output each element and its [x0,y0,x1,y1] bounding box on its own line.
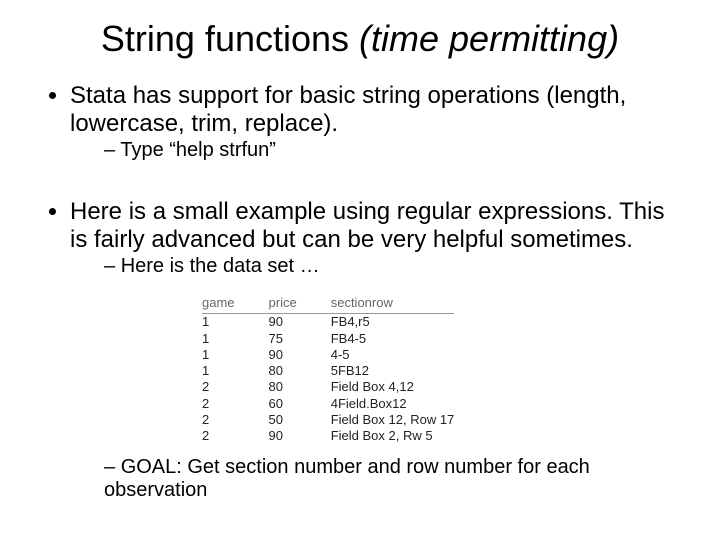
table-row: 1 75 FB4-5 [202,331,454,347]
spacer [40,180,680,198]
table-row: 2 50 Field Box 12, Row 17 [202,412,454,428]
bullet-1: Stata has support for basic string opera… [70,82,680,162]
col-header-game: game [202,296,269,313]
col-header-price: price [269,296,331,313]
bullet-1-sub-1: Type “help strfun” [104,139,680,162]
data-table-holder: game price sectionrow 1 90 FB4,r5 1 [202,296,680,444]
cell-sectionrow: FB4-5 [331,331,455,347]
table-row: 1 90 FB4,r5 [202,314,454,331]
cell-sectionrow: Field Box 12, Row 17 [331,412,455,428]
cell-game: 1 [202,314,269,331]
cell-sectionrow: Field Box 4,12 [331,379,455,395]
data-table: game price sectionrow 1 90 FB4,r5 1 [202,296,454,444]
slide-title: String functions (time permitting) [40,18,680,60]
bullet-2-sublist-after: GOAL: Get section number and row number … [70,456,680,502]
bullet-2-sublist: Here is the data set … [70,255,680,278]
cell-sectionrow: 5FB12 [331,363,455,379]
table-row: 1 90 4-5 [202,347,454,363]
cell-game: 2 [202,396,269,412]
cell-price: 90 [269,347,331,363]
cell-game: 2 [202,428,269,444]
cell-price: 50 [269,412,331,428]
cell-sectionrow: FB4,r5 [331,314,455,331]
cell-game: 2 [202,379,269,395]
cell-sectionrow: Field Box 2, Rw 5 [331,428,455,444]
cell-price: 90 [269,314,331,331]
bullet-list: Stata has support for basic string opera… [40,82,680,162]
cell-sectionrow: 4-5 [331,347,455,363]
bullet-2: Here is a small example using regular ex… [70,198,680,502]
table-row: 2 90 Field Box 2, Rw 5 [202,428,454,444]
cell-game: 1 [202,363,269,379]
title-plain: String functions [101,18,359,59]
cell-game: 2 [202,412,269,428]
cell-price: 90 [269,428,331,444]
table-row: 2 60 4Field.Box12 [202,396,454,412]
cell-price: 75 [269,331,331,347]
bullet-2-sub-2: GOAL: Get section number and row number … [104,456,680,502]
table-row: 1 80 5FB12 [202,363,454,379]
cell-price: 80 [269,379,331,395]
bullet-1-text: Stata has support for basic string opera… [70,82,626,137]
slide: String functions (time permitting) Stata… [0,0,720,540]
cell-sectionrow: 4Field.Box12 [331,396,455,412]
cell-game: 1 [202,347,269,363]
table-row: 2 80 Field Box 4,12 [202,379,454,395]
bullet-2-sub-1: Here is the data set … [104,255,680,278]
cell-price: 80 [269,363,331,379]
title-italic: (time permitting) [359,18,619,59]
bullet-list-2: Here is a small example using regular ex… [40,198,680,502]
col-header-sectionrow: sectionrow [331,296,455,313]
cell-game: 1 [202,331,269,347]
table-header-row: game price sectionrow [202,296,454,313]
bullet-2-text: Here is a small example using regular ex… [70,198,664,253]
bullet-1-sublist: Type “help strfun” [70,139,680,162]
cell-price: 60 [269,396,331,412]
